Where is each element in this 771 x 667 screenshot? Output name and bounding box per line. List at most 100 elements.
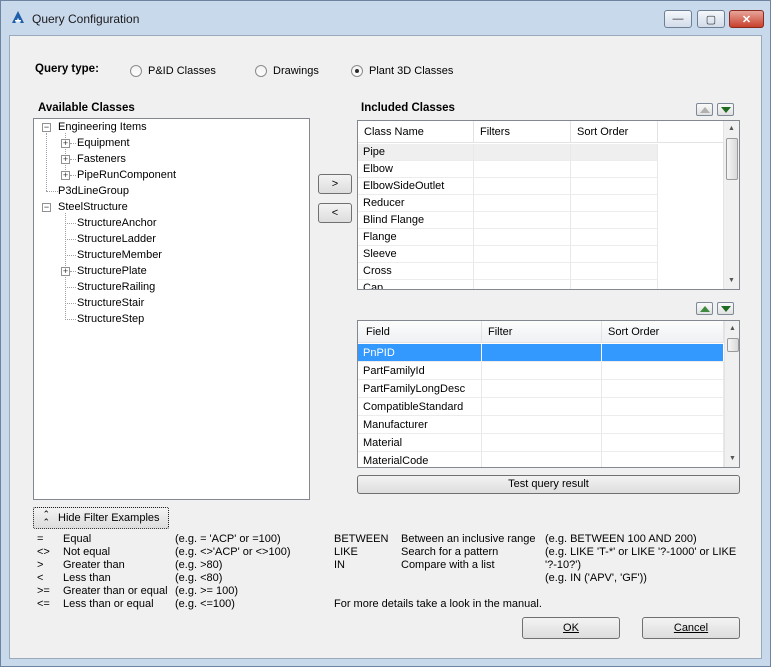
included-class-row[interactable]: Reducer (358, 195, 658, 212)
field-row[interactable]: PnPID (358, 344, 724, 362)
included-class-row[interactable]: ElbowSideOutlet (358, 178, 658, 195)
field-row[interactable]: PartFamilyId (358, 362, 724, 380)
maximize-button[interactable]: ▢ (697, 10, 725, 28)
filters-cell[interactable] (474, 280, 571, 289)
radio-drawings-indicator[interactable] (255, 65, 267, 77)
filters-cell[interactable] (474, 263, 571, 280)
move-field-down-button[interactable] (717, 302, 734, 315)
radio-plant3d-classes[interactable]: Plant 3D Classes (351, 65, 453, 77)
column-header-field[interactable]: Field (358, 321, 482, 343)
expand-icon[interactable]: + (61, 139, 70, 148)
included-classes-grid[interactable]: Class Name Filters Sort Order Pipe Elbow E… (357, 120, 740, 290)
scroll-thumb[interactable] (726, 138, 738, 180)
close-button[interactable]: ✕ (729, 10, 764, 28)
field-name-cell[interactable]: MaterialCode (358, 452, 482, 467)
field-filter-cell[interactable] (482, 434, 602, 452)
collapse-icon[interactable]: − (42, 203, 51, 212)
class-name-cell[interactable]: ElbowSideOutlet (358, 178, 474, 195)
fields-scrollbar[interactable]: ▲ ▼ (724, 321, 739, 467)
class-name-cell[interactable]: Cap (358, 280, 474, 289)
field-filter-cell[interactable] (482, 380, 602, 398)
included-class-row[interactable]: Elbow (358, 161, 658, 178)
sort-order-cell[interactable] (571, 178, 658, 195)
tree-node-structurestep[interactable]: StructureStep (77, 311, 144, 327)
scroll-down-icon[interactable]: ▼ (724, 273, 739, 289)
add-class-button[interactable]: > (318, 174, 352, 194)
tree-node-structurerailing[interactable]: StructureRailing (77, 279, 155, 295)
test-query-result-button[interactable]: Test query result (357, 475, 740, 494)
tree-node-p3dlinegroup[interactable]: P3dLineGroup (58, 183, 129, 199)
column-header-field-sort-order[interactable]: Sort Order (602, 321, 724, 343)
field-name-cell[interactable]: Material (358, 434, 482, 452)
scroll-up-icon[interactable]: ▲ (724, 121, 739, 137)
tree-node-piperuncomponent[interactable]: PipeRunComponent (77, 167, 176, 183)
sort-order-cell[interactable] (571, 263, 658, 280)
column-header-sort-order[interactable]: Sort Order (571, 121, 658, 143)
move-class-up-button[interactable] (696, 103, 713, 116)
field-name-cell[interactable]: PnPID (358, 344, 482, 362)
radio-pid-classes[interactable]: P&ID Classes (130, 65, 216, 77)
remove-class-button[interactable]: < (318, 203, 352, 223)
ok-button[interactable]: OK (522, 617, 620, 639)
tree-node-engineering-items[interactable]: Engineering Items (58, 119, 147, 135)
included-class-row[interactable]: Blind Flange (358, 212, 658, 229)
sort-order-cell[interactable] (571, 195, 658, 212)
field-filter-cell[interactable] (482, 452, 602, 467)
field-sort-order-cell[interactable] (602, 362, 724, 380)
sort-order-cell[interactable] (571, 246, 658, 263)
class-name-cell[interactable]: Sleeve (358, 246, 474, 263)
scroll-down-icon[interactable]: ▼ (725, 451, 739, 467)
sort-order-cell[interactable] (571, 144, 658, 161)
class-name-cell[interactable]: Reducer (358, 195, 474, 212)
column-header-class-name[interactable]: Class Name (358, 121, 474, 143)
included-class-row[interactable]: Pipe (358, 144, 658, 161)
sort-order-cell[interactable] (571, 161, 658, 178)
sort-order-cell[interactable] (571, 280, 658, 289)
available-classes-tree[interactable]: − Engineering Items + Equipment + Fasten… (33, 118, 310, 500)
field-sort-order-cell[interactable] (602, 398, 724, 416)
class-name-cell[interactable]: Pipe (358, 144, 474, 161)
class-name-cell[interactable]: Blind Flange (358, 212, 474, 229)
class-name-cell[interactable]: Cross (358, 263, 474, 280)
field-row[interactable]: Manufacturer (358, 416, 724, 434)
hide-filter-examples-button[interactable]: ⌃ ⌃ Hide Filter Examples (33, 507, 169, 529)
move-class-down-button[interactable] (717, 103, 734, 116)
sort-order-cell[interactable] (571, 212, 658, 229)
included-class-row[interactable]: Cross (358, 263, 658, 280)
tree-node-structureanchor[interactable]: StructureAnchor (77, 215, 156, 231)
field-row[interactable]: CompatibleStandard (358, 398, 724, 416)
radio-plant3d-indicator[interactable] (351, 65, 363, 77)
expand-icon[interactable]: + (61, 155, 70, 164)
tree-node-steelstructure[interactable]: SteelStructure (58, 199, 128, 215)
included-scrollbar[interactable]: ▲ ▼ (723, 121, 739, 289)
cancel-button[interactable]: Cancel (642, 617, 740, 639)
tree-node-structureplate[interactable]: StructurePlate (77, 263, 147, 279)
field-name-cell[interactable]: PartFamilyLongDesc (358, 380, 482, 398)
radio-pid-indicator[interactable] (130, 65, 142, 77)
collapse-icon[interactable]: − (42, 123, 51, 132)
filters-cell[interactable] (474, 229, 571, 246)
tree-node-structuremember[interactable]: StructureMember (77, 247, 162, 263)
expand-icon[interactable]: + (61, 267, 70, 276)
column-header-filters[interactable]: Filters (474, 121, 571, 143)
included-class-row[interactable]: Flange (358, 229, 658, 246)
tree-node-structureladder[interactable]: StructureLadder (77, 231, 156, 247)
field-filter-cell[interactable] (482, 398, 602, 416)
included-class-row[interactable]: Cap (358, 280, 658, 289)
field-name-cell[interactable]: Manufacturer (358, 416, 482, 434)
tree-node-fasteners[interactable]: Fasteners (77, 151, 126, 167)
filters-cell[interactable] (474, 144, 571, 161)
field-filter-cell[interactable] (482, 344, 602, 362)
filters-cell[interactable] (474, 212, 571, 229)
field-name-cell[interactable]: PartFamilyId (358, 362, 482, 380)
filters-cell[interactable] (474, 161, 571, 178)
field-filter-cell[interactable] (482, 416, 602, 434)
tree-node-structurestair[interactable]: StructureStair (77, 295, 144, 311)
minimize-button[interactable]: — (664, 10, 692, 28)
move-field-up-button[interactable] (696, 302, 713, 315)
field-row[interactable]: PartFamilyLongDesc (358, 380, 724, 398)
field-row[interactable]: Material (358, 434, 724, 452)
scroll-up-icon[interactable]: ▲ (725, 321, 739, 337)
filters-cell[interactable] (474, 195, 571, 212)
scroll-thumb[interactable] (727, 338, 739, 352)
